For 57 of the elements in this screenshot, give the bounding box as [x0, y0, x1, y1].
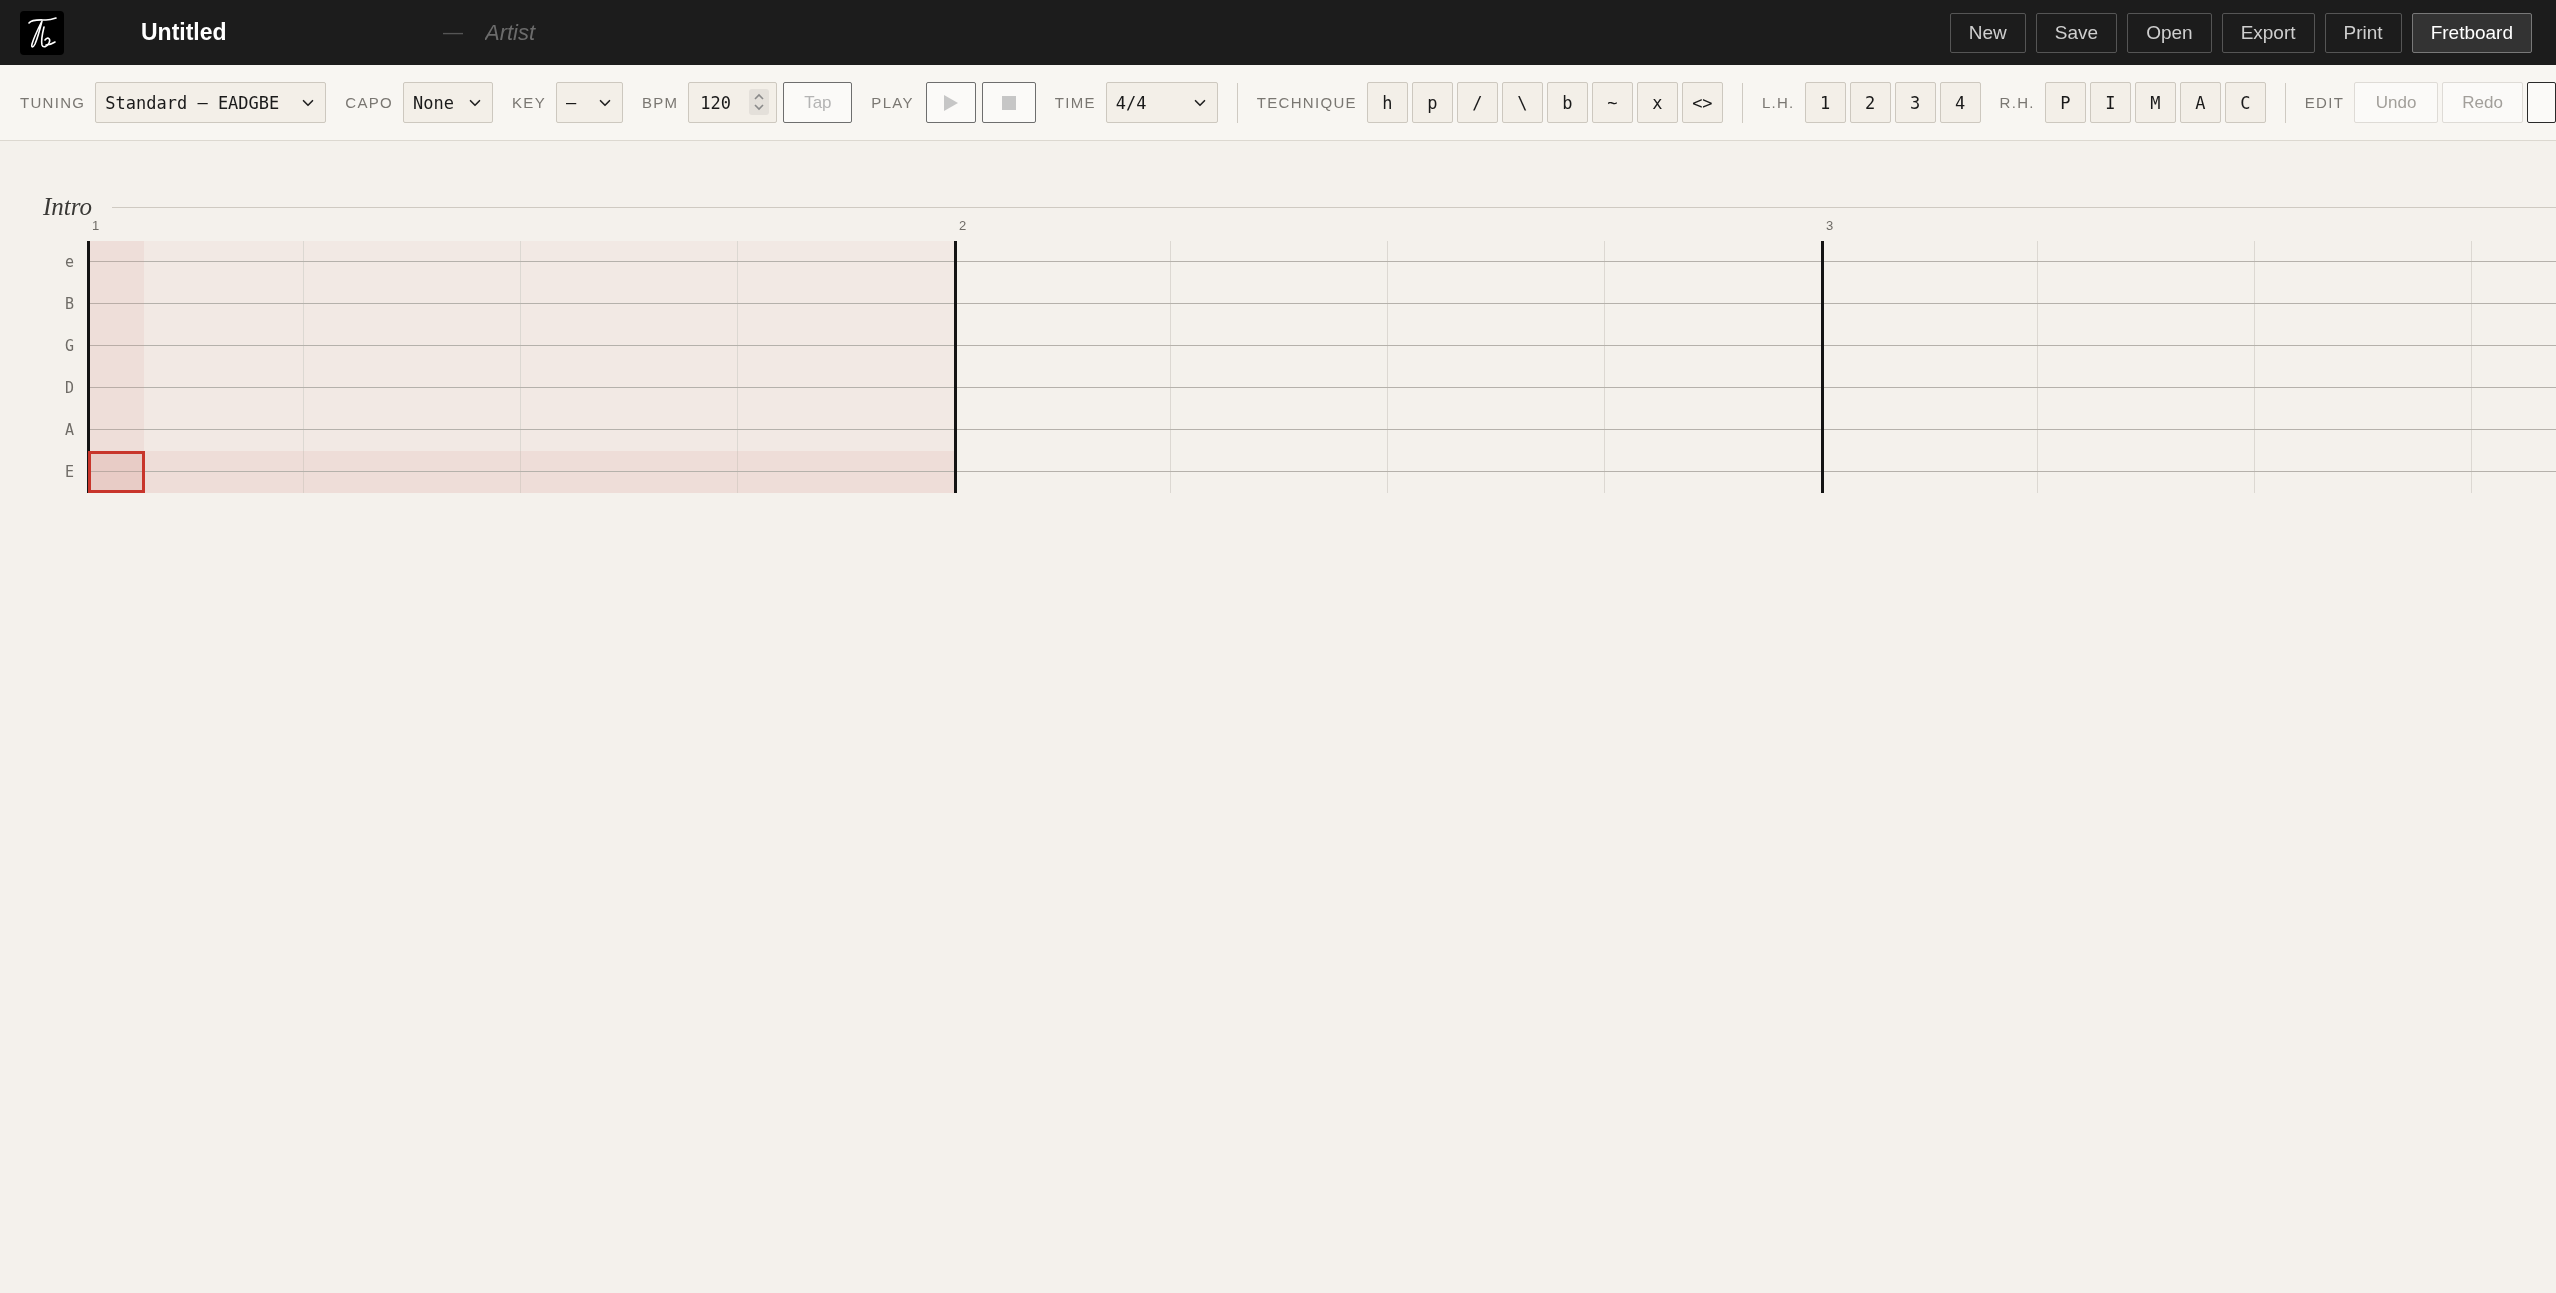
technique-button[interactable]: h: [1366, 82, 1408, 123]
clipped-button[interactable]: [2527, 82, 2556, 123]
header-button[interactable]: New: [1949, 12, 2026, 53]
finger-button[interactable]: M: [2134, 82, 2176, 123]
stop-icon: [1001, 95, 1016, 110]
measure-number: 1: [92, 219, 100, 233]
header-button[interactable]: Open: [2127, 12, 2212, 53]
play-button[interactable]: [925, 82, 976, 123]
header-button[interactable]: Save: [2035, 12, 2118, 53]
technique-button[interactable]: /: [1456, 82, 1498, 123]
finger-button[interactable]: A: [2179, 82, 2221, 123]
capo-select[interactable]: None: [403, 82, 493, 123]
string-label: A: [64, 421, 74, 439]
toolbar-label: PLAY: [871, 94, 914, 111]
finger-button[interactable]: C: [2224, 82, 2266, 123]
technique-button[interactable]: \: [1501, 82, 1543, 123]
technique-button[interactable]: ~: [1591, 82, 1633, 123]
title-separator: —: [443, 21, 463, 44]
measure-number: 2: [959, 219, 967, 233]
title-field[interactable]: Untitled: [141, 15, 431, 50]
spinner-arrows-icon[interactable]: [749, 89, 770, 115]
finger-button[interactable]: 2: [1849, 82, 1891, 123]
toolbar-label: EDIT: [2304, 94, 2345, 111]
logo-icon: [20, 10, 64, 55]
play-icon: [943, 94, 958, 111]
technique-button[interactable]: b: [1546, 82, 1588, 123]
technique-button[interactable]: x: [1636, 82, 1678, 123]
toolbar-label: L.H.: [1761, 94, 1795, 111]
toolbar-label: R.H.: [1999, 94, 2035, 111]
technique-button[interactable]: p: [1411, 82, 1453, 123]
toolbar-label: TUNING: [20, 94, 86, 111]
finger-button[interactable]: 4: [1939, 82, 1981, 123]
key-select[interactable]: —: [555, 82, 623, 123]
header-button[interactable]: Export: [2221, 12, 2315, 53]
toolbar-label: TIME: [1054, 94, 1096, 111]
header-button[interactable]: Print: [2324, 12, 2402, 53]
toolbar-label: BPM: [641, 94, 679, 111]
header-button[interactable]: Fretboard: [2411, 12, 2532, 53]
finger-button[interactable]: I: [2089, 82, 2131, 123]
string-label: B: [64, 295, 74, 313]
cursor-cell[interactable]: [88, 451, 145, 493]
stop-button[interactable]: [981, 82, 1036, 123]
string-label: D: [64, 379, 74, 397]
string-label: G: [64, 337, 74, 355]
time-select[interactable]: 4/4: [1105, 82, 1218, 123]
finger-button[interactable]: 3: [1894, 82, 1936, 123]
measure-number: 3: [1826, 219, 1834, 233]
toolbar-label: CAPO: [345, 94, 393, 111]
string-label: e: [64, 253, 74, 271]
tuning-select[interactable]: Standard — EADGBE: [95, 82, 327, 123]
toolbar-label: TECHNIQUE: [1256, 94, 1357, 111]
section-title: Intro: [43, 195, 93, 219]
finger-button[interactable]: P: [2044, 82, 2086, 123]
string-label: E: [64, 463, 74, 481]
toolbar-label: KEY: [512, 94, 546, 111]
technique-button[interactable]: <>: [1681, 82, 1723, 123]
finger-button[interactable]: 1: [1804, 82, 1846, 123]
